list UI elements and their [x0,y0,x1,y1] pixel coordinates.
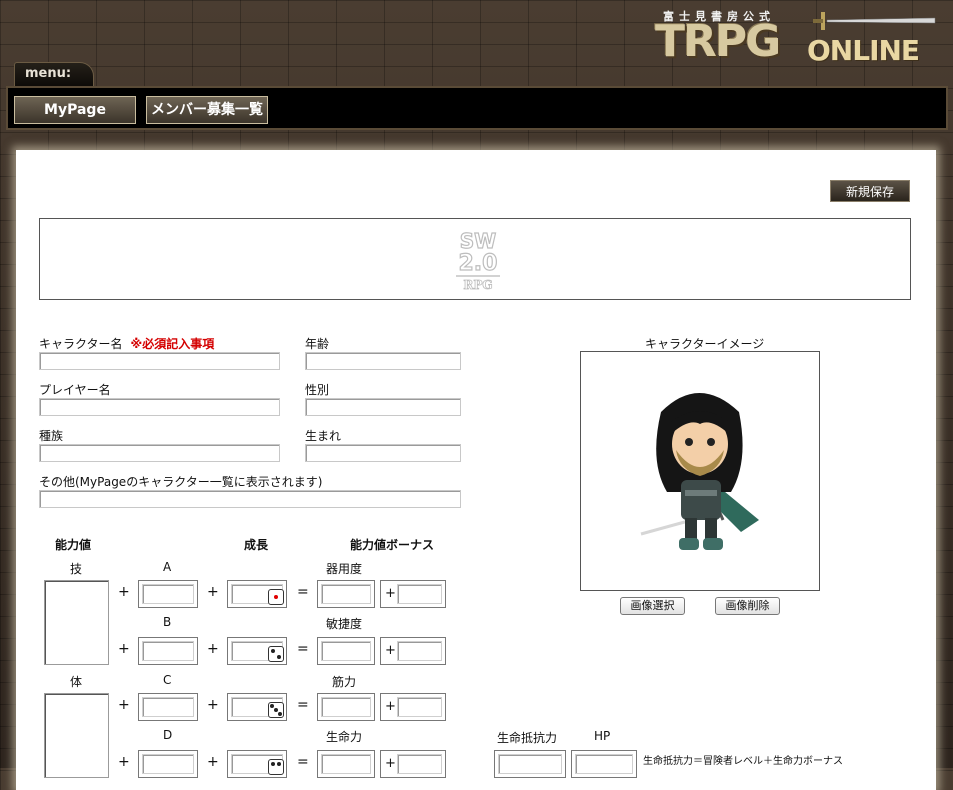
menu-tab: menu: [14,62,94,86]
equals-sign: = [297,641,309,657]
vitality-bonus-input[interactable]: + [380,750,446,778]
equals-sign: = [297,697,309,713]
other-label: その他(MyPageのキャラクター一覧に表示されます) [39,475,323,489]
equals-sign: = [297,584,309,600]
race-label: 種族 [39,429,64,443]
menu-bar: MyPage メンバー募集一覧 [6,86,948,130]
life-resist-formula: 生命抵抗力＝冒険者レベル＋生命力ボーナス [643,756,843,767]
character-image-title: キャラクターイメージ [645,337,765,351]
bonus-heading: 能力値ボーナス [350,538,435,552]
save-button[interactable]: 新規保存 [830,180,910,202]
a-input[interactable] [138,580,198,608]
race-input[interactable] [39,444,280,462]
dice-two-icon[interactable] [268,646,284,662]
player-name-input[interactable] [39,398,280,416]
plus-sign: + [385,643,396,658]
plus-sign: + [118,641,130,657]
a-label: A [163,560,172,574]
character-name-input[interactable] [39,352,280,370]
nav-mypage-button[interactable]: MyPage [14,96,136,124]
character-name-text: キャラクター名 [39,337,123,351]
strength-input[interactable] [317,693,375,721]
logo-online-text: ONLINE [807,34,920,67]
agility-label: 敏捷度 [326,617,363,631]
player-name-label: プレイヤー名 [39,383,111,397]
character-portrait [640,393,759,550]
gender-label: 性別 [305,383,330,397]
life-resist-input[interactable] [494,750,566,778]
dice-three-icon[interactable] [268,702,284,718]
nav-recruit-button[interactable]: メンバー募集一覧 [146,96,268,124]
plus-sign: + [385,586,396,601]
age-input[interactable] [305,352,461,370]
dexterity-label: 器用度 [326,562,363,576]
vitality-label: 生命力 [326,730,363,744]
d-label: D [163,728,173,742]
dice-one-icon[interactable] [268,589,284,605]
agility-bonus-input[interactable]: + [380,637,446,665]
b-input[interactable] [138,637,198,665]
c-label: C [163,673,172,687]
dice-four-icon[interactable] [268,759,284,775]
hp-label: HP [594,729,611,743]
logo-trpg-text: TRPG [655,16,781,67]
image-select-button[interactable]: 画像選択 [620,597,685,615]
gender-input[interactable] [305,398,461,416]
plus-sign: + [118,697,130,713]
growth-heading: 成長 [244,538,269,552]
c-input[interactable] [138,693,198,721]
age-label: 年齢 [305,337,330,351]
required-note: ※必須記入事項 [130,337,215,351]
dexterity-input[interactable] [317,580,375,608]
plus-sign: + [207,697,219,713]
vitality-input[interactable] [317,750,375,778]
plus-sign: + [207,641,219,657]
birth-input[interactable] [305,444,461,462]
gi-input[interactable] [44,580,109,665]
plus-sign: + [385,756,396,771]
tai-label: 体 [70,675,83,689]
d-input[interactable] [138,750,198,778]
strength-label: 筋力 [332,675,357,689]
sword-icon [813,12,936,30]
plus-sign: + [207,584,219,600]
plus-sign: + [118,584,130,600]
life-resist-label: 生命抵抗力 [497,731,558,745]
svg-text:SW: SW [460,229,496,253]
tai-input[interactable] [44,693,109,778]
sword-world-logo: SW 2.0 RPG [456,228,500,292]
b-label: B [163,615,172,629]
svg-text:2.0: 2.0 [459,251,498,276]
other-input[interactable] [39,490,461,508]
plus-sign: + [385,699,396,714]
dexterity-bonus-input[interactable]: + [380,580,446,608]
strength-bonus-input[interactable]: + [380,693,446,721]
image-delete-button[interactable]: 画像削除 [715,597,780,615]
character-image-frame[interactable] [580,351,820,591]
trpg-online-logo[interactable]: 富士見書房公式 TRPG ONLINE [655,6,936,67]
svg-text:RPG: RPG [463,278,492,292]
gi-label: 技 [70,562,83,576]
birth-label: 生まれ [305,429,342,443]
agility-input[interactable] [317,637,375,665]
character-name-label: キャラクター名 ※必須記入事項 [39,335,214,352]
hp-input[interactable] [571,750,637,778]
ability-heading: 能力値 [55,538,92,552]
